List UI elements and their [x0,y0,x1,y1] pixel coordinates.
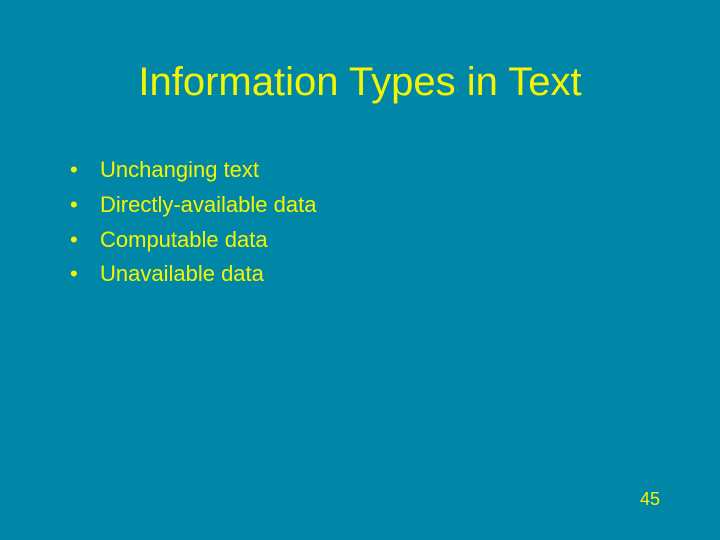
list-item: • Computable data [70,225,660,256]
list-item: • Directly-available data [70,190,660,221]
bullet-text: Unavailable data [100,259,264,290]
list-item: • Unchanging text [70,155,660,186]
bullet-list: • Unchanging text • Directly-available d… [60,155,660,290]
page-number: 45 [640,489,660,510]
bullet-text: Computable data [100,225,268,256]
bullet-text: Unchanging text [100,155,259,186]
bullet-icon: • [70,190,100,221]
bullet-icon: • [70,225,100,256]
bullet-icon: • [70,155,100,186]
list-item: • Unavailable data [70,259,660,290]
slide-title: Information Types in Text [60,60,660,105]
bullet-text: Directly-available data [100,190,316,221]
bullet-icon: • [70,259,100,290]
slide-content: Information Types in Text • Unchanging t… [0,0,720,540]
